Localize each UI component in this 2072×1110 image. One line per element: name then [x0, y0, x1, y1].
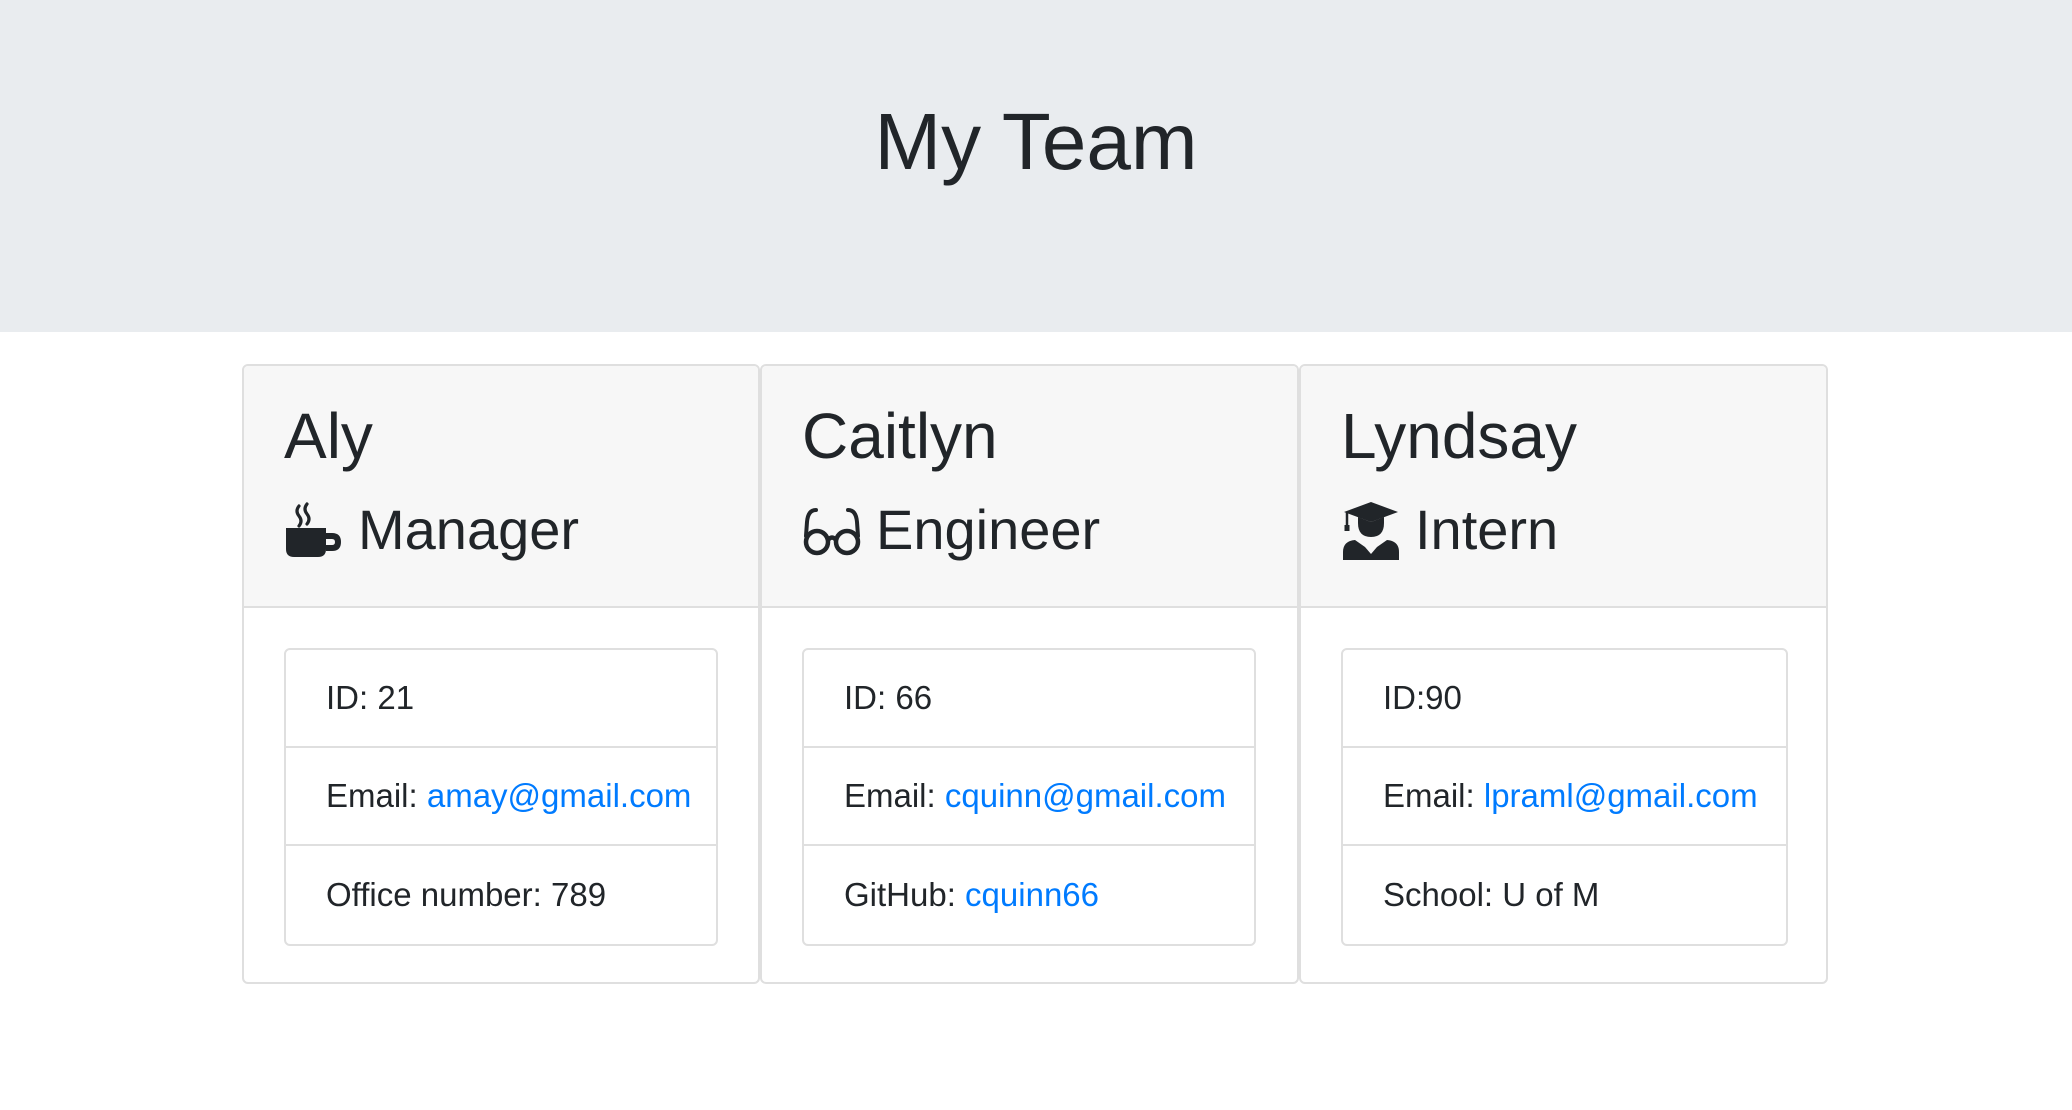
glasses-icon: [802, 500, 862, 560]
card-header: Caitlyn Engineer: [762, 366, 1297, 608]
github-link[interactable]: cquinn66: [965, 876, 1099, 914]
employee-name: Caitlyn: [802, 400, 998, 472]
employee-card-manager: Aly Manager ID: 21 Email: amay@gmail.com…: [242, 364, 760, 984]
info-list: ID: 66 Email: cquinn@gmail.com GitHub: c…: [802, 648, 1256, 946]
card-header: Aly Manager: [244, 366, 758, 608]
id-text: ID:90: [1383, 679, 1462, 716]
mug-icon: [284, 500, 344, 560]
school-text: School: U of M: [1383, 876, 1600, 913]
info-list: ID: 21 Email: amay@gmail.com Office numb…: [284, 648, 718, 946]
list-item-github: GitHub: cquinn66: [804, 846, 1254, 944]
role-label: Intern: [1415, 498, 1559, 561]
employee-role: Manager: [284, 490, 579, 570]
github-label: GitHub:: [844, 876, 966, 913]
list-item-office-number: Office number: 789: [286, 846, 716, 944]
employee-card-engineer: Caitlyn Engineer ID: 66 Email: cquinn@gm…: [760, 364, 1299, 984]
list-item-id: ID:90: [1343, 650, 1786, 748]
graduate-icon: [1341, 500, 1401, 560]
employee-role: Engineer: [802, 490, 1100, 570]
email-link[interactable]: cquinn@gmail.com: [945, 777, 1226, 815]
info-list: ID:90 Email: lpraml@gmail.com School: U …: [1341, 648, 1788, 946]
jumbotron-header: My Team: [0, 0, 2072, 332]
list-item-email: Email: cquinn@gmail.com: [804, 748, 1254, 846]
email-label: Email:: [1383, 777, 1484, 814]
email-label: Email:: [326, 777, 427, 814]
office-number-text: Office number: 789: [326, 876, 607, 913]
employee-card-intern: Lyndsay Intern ID:90 Email: lpraml@gmail…: [1299, 364, 1828, 984]
email-label: Email:: [844, 777, 945, 814]
employee-role: Intern: [1341, 490, 1558, 570]
page-title: My Team: [874, 97, 1198, 186]
list-item-id: ID: 21: [286, 650, 716, 748]
list-item-email: Email: lpraml@gmail.com: [1343, 748, 1786, 846]
employee-name: Lyndsay: [1341, 400, 1577, 472]
employee-name: Aly: [284, 400, 373, 472]
list-item-id: ID: 66: [804, 650, 1254, 748]
email-link[interactable]: lpraml@gmail.com: [1484, 777, 1758, 815]
id-text: ID: 66: [844, 679, 933, 716]
list-item-email: Email: amay@gmail.com: [286, 748, 716, 846]
id-text: ID: 21: [326, 679, 415, 716]
email-link[interactable]: amay@gmail.com: [427, 777, 692, 815]
list-item-school: School: U of M: [1343, 846, 1786, 944]
role-label: Manager: [358, 498, 580, 561]
card-header: Lyndsay Intern: [1301, 366, 1826, 608]
role-label: Engineer: [876, 498, 1101, 561]
